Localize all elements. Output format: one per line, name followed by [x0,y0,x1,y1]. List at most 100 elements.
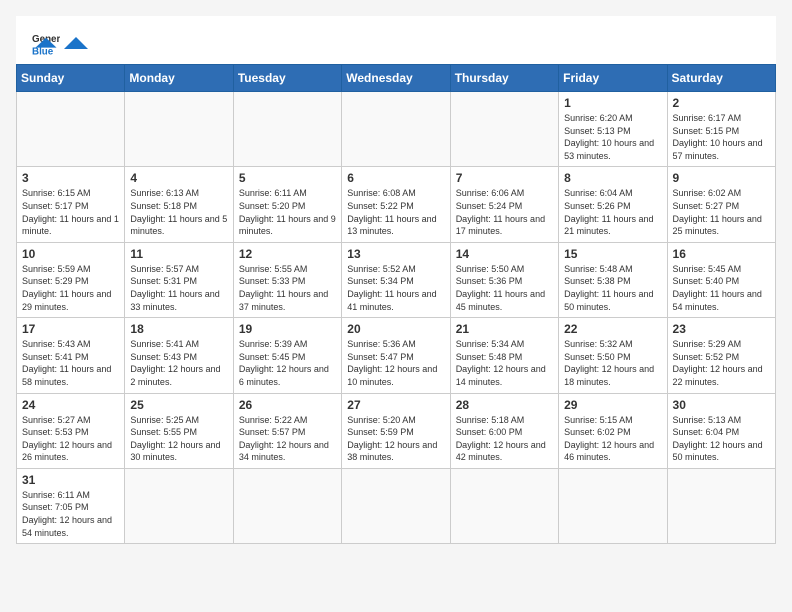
day-info: Sunrise: 6:11 AM Sunset: 7:05 PM Dayligh… [22,489,119,539]
day-info: Sunrise: 5:41 AM Sunset: 5:43 PM Dayligh… [130,338,227,388]
day-number: 12 [239,247,336,261]
day-number: 2 [673,96,770,110]
calendar-cell [342,468,450,543]
header: General Blue [16,16,776,64]
calendar-cell: 25 Sunrise: 5:25 AM Sunset: 5:55 PM Dayli… [125,393,233,468]
day-number: 8 [564,171,661,185]
calendar-cell [233,92,341,167]
calendar-cell: 4 Sunrise: 6:13 AM Sunset: 5:18 PM Daylig… [125,167,233,242]
day-number: 24 [22,398,119,412]
calendar-cell: 23 Sunrise: 5:29 AM Sunset: 5:52 PM Dayli… [667,318,775,393]
day-info: Sunrise: 6:20 AM Sunset: 5:13 PM Dayligh… [564,112,661,162]
day-number: 16 [673,247,770,261]
calendar-cell: 6 Sunrise: 6:08 AM Sunset: 5:22 PM Daylig… [342,167,450,242]
calendar-cell: 31 Sunrise: 6:11 AM Sunset: 7:05 PM Dayli… [17,468,125,543]
day-info: Sunrise: 5:50 AM Sunset: 5:36 PM Dayligh… [456,263,553,313]
day-info: Sunrise: 5:57 AM Sunset: 5:31 PM Dayligh… [130,263,227,313]
calendar-cell [233,468,341,543]
day-number: 23 [673,322,770,336]
calendar-cell [450,92,558,167]
day-info: Sunrise: 6:08 AM Sunset: 5:22 PM Dayligh… [347,187,444,237]
day-number: 11 [130,247,227,261]
day-number: 5 [239,171,336,185]
svg-text:Blue: Blue [32,47,54,56]
weekday-header: Wednesday [342,65,450,92]
day-info: Sunrise: 5:20 AM Sunset: 5:59 PM Dayligh… [347,414,444,464]
day-info: Sunrise: 6:17 AM Sunset: 5:15 PM Dayligh… [673,112,770,162]
logo: General Blue [32,28,114,56]
day-info: Sunrise: 5:55 AM Sunset: 5:33 PM Dayligh… [239,263,336,313]
weekday-header: Monday [125,65,233,92]
day-number: 21 [456,322,553,336]
day-info: Sunrise: 5:36 AM Sunset: 5:47 PM Dayligh… [347,338,444,388]
day-info: Sunrise: 6:06 AM Sunset: 5:24 PM Dayligh… [456,187,553,237]
day-number: 17 [22,322,119,336]
calendar-cell [559,468,667,543]
calendar-cell: 20 Sunrise: 5:36 AM Sunset: 5:47 PM Dayli… [342,318,450,393]
day-info: Sunrise: 6:15 AM Sunset: 5:17 PM Dayligh… [22,187,119,237]
calendar-cell: 28 Sunrise: 5:18 AM Sunset: 6:00 PM Dayli… [450,393,558,468]
calendar-cell: 8 Sunrise: 6:04 AM Sunset: 5:26 PM Daylig… [559,167,667,242]
day-info: Sunrise: 5:22 AM Sunset: 5:57 PM Dayligh… [239,414,336,464]
calendar-cell: 10 Sunrise: 5:59 AM Sunset: 5:29 PM Dayli… [17,242,125,317]
day-info: Sunrise: 6:02 AM Sunset: 5:27 PM Dayligh… [673,187,770,237]
weekday-header: Sunday [17,65,125,92]
day-number: 28 [456,398,553,412]
calendar-cell: 3Sunrise: 6:15 AM Sunset: 5:17 PM Daylig… [17,167,125,242]
calendar-cell: 13 Sunrise: 5:52 AM Sunset: 5:34 PM Dayli… [342,242,450,317]
calendar-cell [17,92,125,167]
day-info: Sunrise: 6:13 AM Sunset: 5:18 PM Dayligh… [130,187,227,237]
day-number: 1 [564,96,661,110]
day-info: Sunrise: 5:29 AM Sunset: 5:52 PM Dayligh… [673,338,770,388]
calendar-table: SundayMondayTuesdayWednesdayThursdayFrid… [16,64,776,544]
calendar-cell: 1 Sunrise: 6:20 AM Sunset: 5:13 PM Daylig… [559,92,667,167]
calendar-cell: 18 Sunrise: 5:41 AM Sunset: 5:43 PM Dayli… [125,318,233,393]
day-info: Sunrise: 5:45 AM Sunset: 5:40 PM Dayligh… [673,263,770,313]
day-info: Sunrise: 5:48 AM Sunset: 5:38 PM Dayligh… [564,263,661,313]
calendar-cell [667,468,775,543]
day-info: Sunrise: 5:59 AM Sunset: 5:29 PM Dayligh… [22,263,119,313]
day-number: 19 [239,322,336,336]
day-info: Sunrise: 6:11 AM Sunset: 5:20 PM Dayligh… [239,187,336,237]
calendar-cell: 21 Sunrise: 5:34 AM Sunset: 5:48 PM Dayli… [450,318,558,393]
day-number: 10 [22,247,119,261]
calendar-cell: 22Sunrise: 5:32 AM Sunset: 5:50 PM Dayli… [559,318,667,393]
day-info: Sunrise: 5:34 AM Sunset: 5:48 PM Dayligh… [456,338,553,388]
day-number: 26 [239,398,336,412]
calendar-cell [342,92,450,167]
day-number: 31 [22,473,119,487]
calendar-cell: 26 Sunrise: 5:22 AM Sunset: 5:57 PM Dayli… [233,393,341,468]
day-number: 20 [347,322,444,336]
calendar-cell: 14 Sunrise: 5:50 AM Sunset: 5:36 PM Dayli… [450,242,558,317]
day-number: 7 [456,171,553,185]
calendar-cell [125,468,233,543]
day-number: 27 [347,398,444,412]
calendar-cell: 2 Sunrise: 6:17 AM Sunset: 5:15 PM Daylig… [667,92,775,167]
calendar-cell: 29Sunrise: 5:15 AM Sunset: 6:02 PM Dayli… [559,393,667,468]
logo-icon: General Blue [32,28,60,56]
day-number: 4 [130,171,227,185]
day-number: 14 [456,247,553,261]
day-info: Sunrise: 5:13 AM Sunset: 6:04 PM Dayligh… [673,414,770,464]
calendar-cell [125,92,233,167]
logo-triangle-icon [64,35,114,51]
day-info: Sunrise: 6:04 AM Sunset: 5:26 PM Dayligh… [564,187,661,237]
day-info: Sunrise: 5:32 AM Sunset: 5:50 PM Dayligh… [564,338,661,388]
day-info: Sunrise: 5:27 AM Sunset: 5:53 PM Dayligh… [22,414,119,464]
day-info: Sunrise: 5:18 AM Sunset: 6:00 PM Dayligh… [456,414,553,464]
day-info: Sunrise: 5:52 AM Sunset: 5:34 PM Dayligh… [347,263,444,313]
weekday-header: Thursday [450,65,558,92]
day-number: 9 [673,171,770,185]
day-info: Sunrise: 5:15 AM Sunset: 6:02 PM Dayligh… [564,414,661,464]
day-number: 13 [347,247,444,261]
calendar-cell: 24 Sunrise: 5:27 AM Sunset: 5:53 PM Dayli… [17,393,125,468]
calendar-cell: 17Sunrise: 5:43 AM Sunset: 5:41 PM Dayli… [17,318,125,393]
calendar-cell: 19Sunrise: 5:39 AM Sunset: 5:45 PM Dayli… [233,318,341,393]
day-number: 25 [130,398,227,412]
calendar-cell: 30Sunrise: 5:13 AM Sunset: 6:04 PM Dayli… [667,393,775,468]
day-info: Sunrise: 5:25 AM Sunset: 5:55 PM Dayligh… [130,414,227,464]
calendar-cell: 16 Sunrise: 5:45 AM Sunset: 5:40 PM Dayli… [667,242,775,317]
day-number: 18 [130,322,227,336]
day-number: 6 [347,171,444,185]
calendar-cell: 15Sunrise: 5:48 AM Sunset: 5:38 PM Dayli… [559,242,667,317]
